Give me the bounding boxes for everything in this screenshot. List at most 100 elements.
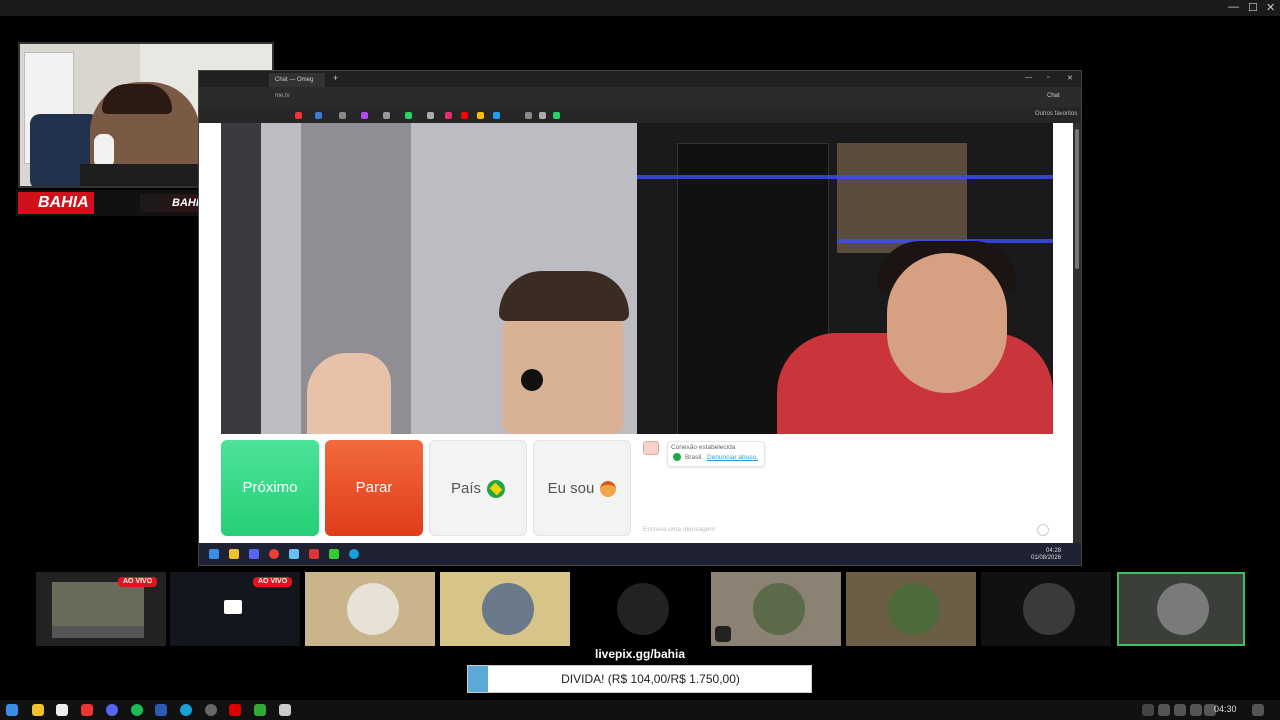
favorite-icon[interactable] <box>339 112 346 119</box>
gender-button-label: Eu sou <box>547 480 595 497</box>
app-icon[interactable] <box>56 704 68 716</box>
brazil-flag-icon <box>673 453 681 461</box>
screen-share-icon <box>224 600 242 614</box>
brazil-flag-icon <box>487 480 505 499</box>
notifications-icon[interactable] <box>1252 704 1264 716</box>
start-icon[interactable] <box>6 704 18 716</box>
mute-icon <box>715 626 731 642</box>
video-hair <box>499 271 629 321</box>
favorite-icon[interactable] <box>405 112 412 119</box>
video-frame <box>221 123 261 434</box>
folder-icon[interactable] <box>229 549 239 559</box>
donation-goal-text: DIVIDA! (R$ 104,00/R$ 1.750,00) <box>561 672 740 686</box>
chat-status-text: Conexão estabelecida <box>671 444 736 451</box>
participant-tile[interactable] <box>981 572 1111 646</box>
participant-tile[interactable] <box>846 572 976 646</box>
close-icon[interactable]: ✕ <box>1266 1 1275 14</box>
browser-window: Chat — Omeg + — ▫ ✕ me.tv Chat Outros fa… <box>198 70 1082 566</box>
edge-icon[interactable] <box>180 704 192 716</box>
app-icon[interactable] <box>155 704 167 716</box>
taskbar-clock[interactable]: 04:30 <box>1214 704 1237 714</box>
browser-tab[interactable]: Chat — Omeg <box>269 73 325 87</box>
steam-icon[interactable] <box>289 549 299 559</box>
favorite-icon[interactable] <box>493 112 500 119</box>
app-icon[interactable] <box>309 549 319 559</box>
network-icon[interactable] <box>1174 704 1186 716</box>
app-icon[interactable] <box>254 704 266 716</box>
maximize-icon[interactable]: ☐ <box>1248 1 1258 14</box>
stop-button-label: Parar <box>355 479 393 496</box>
video-arm <box>307 353 391 434</box>
new-tab-button[interactable]: + <box>333 73 338 83</box>
favorite-icon[interactable] <box>539 112 546 119</box>
avatar <box>347 583 399 635</box>
favorite-icon[interactable] <box>477 112 484 119</box>
chrome-icon[interactable] <box>269 549 279 559</box>
favorite-icon[interactable] <box>295 112 302 119</box>
spotify-icon[interactable] <box>131 704 143 716</box>
participant-tile[interactable] <box>711 572 841 646</box>
app-icon[interactable] <box>329 549 339 559</box>
chat-country-text: Brasil. <box>685 454 704 461</box>
gender-button[interactable]: Eu sou <box>533 440 631 536</box>
tray-chevron-icon[interactable] <box>1142 704 1154 716</box>
discord-icon[interactable] <box>106 704 118 716</box>
edge-icon[interactable] <box>349 549 359 559</box>
app-icon[interactable] <box>279 704 291 716</box>
report-abuse-link[interactable]: Denunciar abuso. <box>707 454 758 461</box>
avatar <box>1157 583 1209 635</box>
live-badge: AO VIVO <box>118 577 158 587</box>
folder-icon[interactable] <box>32 704 44 716</box>
favorite-icon[interactable] <box>315 112 322 119</box>
participant-preview-buttons <box>52 626 144 638</box>
chat-input[interactable]: Escreva uma mensagem <box>643 526 715 533</box>
windows-taskbar <box>0 700 1280 720</box>
tab-strip <box>199 71 1081 87</box>
boy-emoji-icon <box>600 481 617 498</box>
cam-headset <box>94 134 114 168</box>
favorite-icon[interactable] <box>445 112 452 119</box>
obs-icon[interactable] <box>205 704 217 716</box>
display-icon[interactable] <box>1190 704 1202 716</box>
start-icon[interactable] <box>209 549 219 559</box>
browser-close-icon[interactable]: ✕ <box>1067 74 1073 82</box>
other-favorites[interactable]: Outros favoritos <box>1035 111 1077 117</box>
brave-icon[interactable] <box>81 704 93 716</box>
app-icon[interactable] <box>229 704 241 716</box>
favorites-bar <box>199 107 1081 123</box>
country-button[interactable]: País <box>429 440 527 536</box>
avatar <box>753 583 805 635</box>
donation-url: livepix.gg/bahia <box>594 647 686 661</box>
browser-minimize-icon[interactable]: — <box>1025 74 1032 81</box>
favorite-icon[interactable] <box>361 112 368 119</box>
video-face <box>887 253 1007 393</box>
top-window-bar: — ☐ ✕ <box>0 0 1280 16</box>
avatar <box>888 583 940 635</box>
video-shelves <box>837 143 967 253</box>
brand-logo-bahia: BAHIA <box>18 192 94 214</box>
favorite-icon[interactable] <box>525 112 532 119</box>
stop-button[interactable]: Parar <box>325 440 423 536</box>
favorite-icon[interactable] <box>427 112 434 119</box>
minimize-icon[interactable]: — <box>1228 1 1239 13</box>
next-button[interactable]: Próximo <box>221 440 319 536</box>
favorite-icon[interactable] <box>553 112 560 119</box>
inner-clock: 04:28 01/08/2026 <box>1031 548 1061 562</box>
participant-tile-selected[interactable] <box>1117 572 1245 646</box>
microphone-icon[interactable] <box>1158 704 1170 716</box>
participant-tile[interactable] <box>440 572 570 646</box>
favorite-icon[interactable] <box>461 112 468 119</box>
discord-icon[interactable] <box>249 549 259 559</box>
favorite-icon[interactable] <box>383 112 390 119</box>
live-badge: AO VIVO <box>253 577 293 587</box>
address-bar[interactable] <box>199 87 1081 107</box>
profile-label[interactable]: Chat <box>1047 93 1060 99</box>
participant-tile[interactable] <box>305 572 435 646</box>
scroll-thumb[interactable] <box>1075 129 1079 269</box>
browser-maximize-icon[interactable]: ▫ <box>1047 74 1049 81</box>
emoji-icon[interactable] <box>1037 524 1049 536</box>
remote-video <box>637 123 1053 434</box>
participant-tile[interactable] <box>575 572 705 646</box>
url-text[interactable]: me.tv <box>275 93 290 99</box>
donation-progress-fill <box>468 666 488 692</box>
